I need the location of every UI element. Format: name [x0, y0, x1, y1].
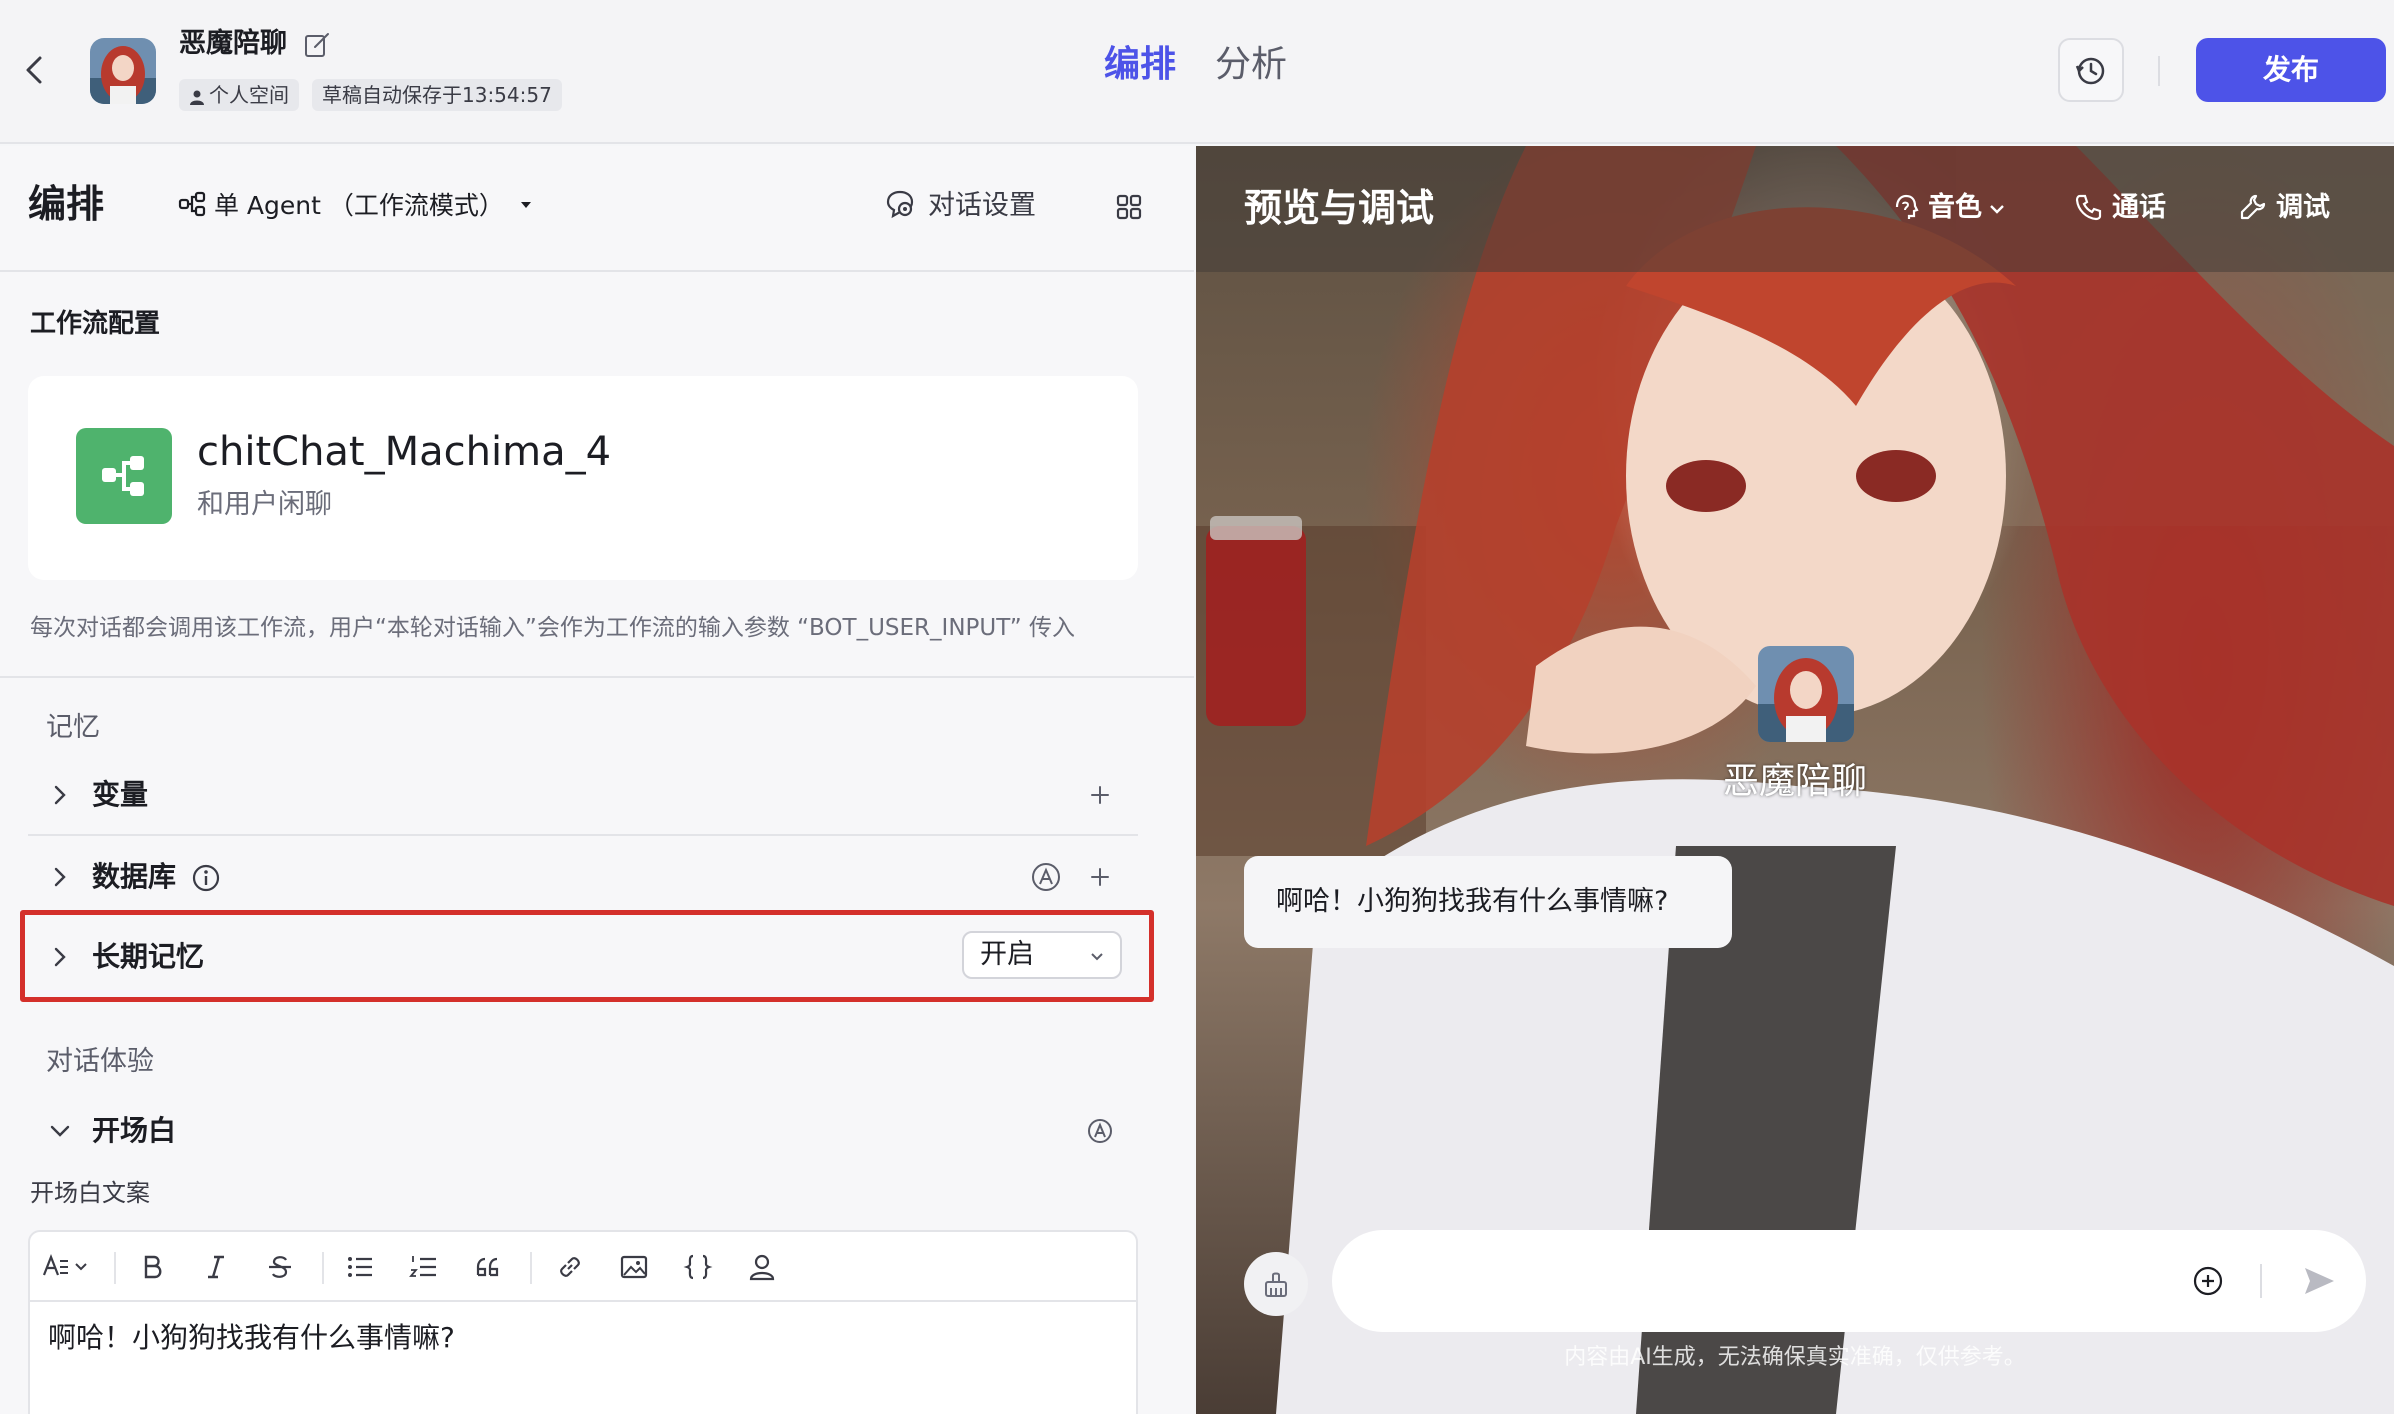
variables-label: 变量	[92, 778, 149, 811]
row-divider	[28, 834, 1138, 836]
chat-bot-name: 恶魔陪聊	[1722, 761, 1867, 802]
call-button[interactable]: 通话	[2074, 188, 2166, 228]
workflow-note: 每次对话都会调用该工作流，用户“本轮对话输入”会作为工作流的输入参数 “BOT_…	[30, 615, 1075, 641]
publish-button[interactable]: 发布	[2196, 38, 2386, 102]
info-icon[interactable]	[190, 862, 222, 894]
workflow-card[interactable]: chitChat_Machima_4 和用户闲聊	[28, 376, 1138, 580]
add-variable-icon[interactable]	[1086, 781, 1114, 809]
add-attachment-icon[interactable]	[2192, 1265, 2224, 1297]
preview-title: 预览与调试	[1244, 186, 1435, 230]
send-icon[interactable]	[2302, 1265, 2336, 1297]
opening-editor[interactable]: 啊哈！小狗狗找我有什么事情嘛?	[28, 1230, 1138, 1414]
workflow-name: chitChat_Machima_4	[197, 429, 612, 475]
space-tag: 个人空间	[179, 79, 299, 111]
user-icon	[190, 90, 204, 105]
auto-mode-icon	[1088, 1119, 1112, 1143]
italic-icon[interactable]	[200, 1251, 232, 1283]
debug-button[interactable]: 调试	[2238, 188, 2330, 228]
section-divider	[0, 676, 1194, 678]
opening-row[interactable]: 开场白	[28, 1092, 1138, 1170]
opening-editor-label: 开场白文案	[30, 1179, 150, 1207]
experience-group-label: 对话体验	[46, 1046, 154, 1077]
debug-label: 调试	[2276, 192, 2330, 223]
call-label: 通话	[2112, 192, 2166, 223]
chevron-right-icon	[54, 867, 66, 887]
ai-disclaimer: 内容由AI生成，无法确保真实准确，仅供参考。	[1564, 1345, 2026, 1370]
tab-analysis[interactable]: 分析	[1215, 40, 1287, 90]
bold-icon[interactable]	[136, 1251, 168, 1283]
strikethrough-icon[interactable]	[264, 1251, 296, 1283]
input-divider	[2260, 1264, 2262, 1298]
agent-mode-label: 单 Agent （工作流模式）	[213, 191, 504, 220]
chat-bot-avatar	[1758, 646, 1854, 742]
history-icon	[2075, 57, 2105, 85]
user-variable-icon[interactable]	[746, 1251, 778, 1283]
dialog-settings-label: 对话设置	[928, 190, 1036, 221]
layout-grid-button[interactable]	[1114, 192, 1144, 222]
dialog-settings-icon	[886, 190, 914, 219]
opening-label: 开场白	[92, 1114, 177, 1147]
long-term-memory-label: 长期记忆	[92, 940, 205, 973]
workflow-description: 和用户闲聊	[197, 489, 332, 520]
wrench-icon	[2240, 194, 2266, 220]
opening-text[interactable]: 啊哈！小狗狗找我有什么事情嘛?	[48, 1318, 455, 1358]
quote-icon[interactable]	[472, 1251, 504, 1283]
panel-title: 编排	[28, 182, 105, 226]
chat-input[interactable]	[1332, 1230, 2366, 1332]
memory-row-database[interactable]: 数据库	[28, 838, 1138, 916]
header-divider	[2158, 56, 2160, 86]
auto-mode-icon	[1032, 863, 1060, 891]
memory-row-long-term[interactable]: 长期记忆 开启	[28, 918, 1138, 996]
database-label: 数据库	[92, 860, 177, 893]
caret-down-icon	[520, 202, 531, 208]
history-button[interactable]	[2058, 38, 2124, 102]
back-button[interactable]	[20, 50, 50, 90]
tab-orchestrate[interactable]: 编排	[1104, 40, 1176, 90]
long-term-memory-value: 开启	[980, 939, 1034, 970]
chevron-down-icon	[50, 1125, 70, 1137]
editor-toolbar	[30, 1232, 1136, 1302]
code-block-icon[interactable]	[682, 1251, 714, 1283]
chevron-down-icon	[1091, 953, 1103, 961]
agent-mode-select[interactable]: 单 Agent （工作流模式）	[178, 186, 534, 226]
bot-avatar	[90, 38, 156, 104]
toolbar-divider	[114, 1252, 116, 1284]
voice-select[interactable]: 音色	[1890, 188, 2006, 228]
top-header: 恶魔陪聊 个人空间 草稿自动保存于13:54:57 编排 分析 发布	[0, 0, 2394, 144]
image-icon[interactable]	[618, 1251, 650, 1283]
greeting-message-bubble: 啊哈！小狗狗找我有什么事情嘛?	[1244, 856, 1732, 948]
voice-icon	[1895, 194, 1919, 219]
phone-icon	[2075, 194, 2102, 221]
numbered-list-icon[interactable]	[408, 1251, 440, 1283]
orchestrate-toolbar: 编排 单 Agent （工作流模式） 对话设置	[0, 146, 1194, 272]
toolbar-divider	[322, 1252, 324, 1284]
chevron-right-icon	[54, 947, 66, 967]
chevron-down-icon	[1990, 205, 2004, 214]
preview-panel: 预览与调试 音色 通话 调试 恶魔陪聊 啊哈！小狗狗找我有什么事情嘛? 内容由A…	[1196, 146, 2394, 1414]
chevron-right-icon	[54, 785, 66, 805]
space-tag-label: 个人空间	[209, 83, 289, 107]
text-style-icon[interactable]	[42, 1251, 92, 1283]
memory-row-variables[interactable]: 变量	[28, 756, 1138, 834]
preview-header: 预览与调试 音色 通话 调试	[1196, 146, 2394, 272]
edit-icon[interactable]	[302, 30, 332, 60]
long-term-memory-select[interactable]: 开启	[962, 931, 1122, 979]
agent-mode-icon	[178, 191, 206, 217]
grid-icon	[1116, 194, 1142, 220]
add-database-icon[interactable]	[1086, 863, 1114, 891]
clear-context-button[interactable]	[1244, 1252, 1308, 1316]
broom-icon	[1265, 1272, 1287, 1297]
autosave-tag: 草稿自动保存于13:54:57	[312, 79, 562, 111]
bot-name: 恶魔陪聊	[179, 28, 287, 59]
orchestrate-panel: 编排 单 Agent （工作流模式） 对话设置 工作流配置 chitChat_M…	[0, 146, 1194, 1414]
toolbar-divider	[530, 1252, 532, 1284]
bullet-list-icon[interactable]	[344, 1251, 376, 1283]
memory-group-label: 记忆	[46, 712, 100, 743]
workflow-section-title: 工作流配置	[30, 309, 161, 339]
workflow-icon	[76, 428, 172, 524]
dialog-settings-button[interactable]: 对话设置	[884, 186, 1036, 226]
link-icon[interactable]	[554, 1251, 586, 1283]
voice-label: 音色	[1928, 192, 1982, 223]
